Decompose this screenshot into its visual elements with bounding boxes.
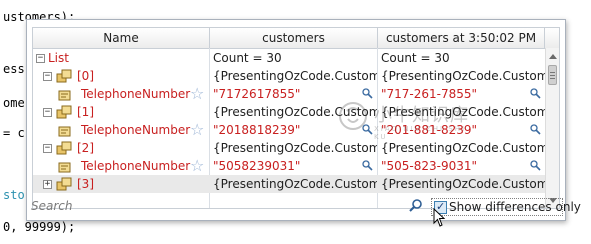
snapshot-value: {PresentingOzCode.Customer} [381, 105, 545, 119]
property-icon [58, 126, 71, 137]
column-header-current[interactable]: customers [210, 28, 378, 48]
column-header-name[interactable]: Name [33, 28, 210, 48]
scroll-up-arrow[interactable] [549, 54, 557, 59]
node-name: List [48, 51, 69, 65]
table-row[interactable]: TelephoneNumber ☆ "2018818239" "201-881-… [33, 121, 545, 139]
table-row[interactable]: − [2] {PresentingOzCode.Customer} {Prese… [33, 139, 545, 157]
current-value: "5058239031" [213, 159, 301, 173]
collapse-toggle[interactable]: − [43, 144, 52, 153]
table-row[interactable]: − [0] {PresentingOzCode.Customer} {Prese… [33, 67, 545, 85]
property-icon [58, 162, 71, 173]
search-input[interactable] [31, 196, 421, 216]
object-icon [56, 105, 72, 119]
code-line: ess [3, 62, 25, 76]
mouse-cursor-icon [433, 208, 446, 227]
magnifier-icon[interactable] [362, 160, 373, 171]
collapse-toggle[interactable]: − [36, 54, 45, 63]
snapshot-value: "505-823-9031" [381, 159, 478, 173]
snapshot-value: "201-881-8239" [381, 123, 478, 137]
table-row[interactable]: − [1] {PresentingOzCode.Customer} {Prese… [33, 103, 545, 121]
node-name: [2] [77, 141, 94, 155]
current-value: {PresentingOzCode.Customer} [213, 105, 377, 119]
snapshot-value: {PresentingOzCode.Customer} [381, 69, 545, 83]
table-row[interactable]: TelephoneNumber ☆ "5058239031" "505-823-… [33, 157, 545, 175]
compare-popup: Name customers customers at 3:50:02 PM −… [26, 19, 581, 221]
current-value: "2018818239" [213, 123, 301, 137]
show-differences-label: Show differences only [449, 200, 581, 214]
star-icon[interactable]: ☆ [190, 121, 204, 138]
magnifier-icon[interactable] [530, 88, 541, 99]
node-name: TelephoneNumber [81, 87, 191, 101]
scroll-thumb[interactable] [548, 65, 557, 85]
property-icon [58, 90, 71, 101]
current-value: "7172617855" [213, 87, 301, 101]
column-header-snapshot[interactable]: customers at 3:50:02 PM [378, 28, 545, 48]
search-icon[interactable] [409, 198, 423, 212]
snapshot-value: {PresentingOzCode.Customer} [381, 177, 545, 191]
code-line: 0, 99999); [3, 220, 76, 234]
table-row[interactable]: − List Count = 30 Count = 30 [33, 49, 545, 67]
code-line: sto [3, 188, 25, 202]
star-icon[interactable]: ☆ [190, 85, 204, 102]
table-row[interactable]: TelephoneNumber ☆ "7172617855" "717-261-… [33, 85, 545, 103]
current-value: {PresentingOzCode.Customer} [213, 141, 377, 155]
node-name: TelephoneNumber [81, 159, 191, 173]
node-name: TelephoneNumber [81, 123, 191, 137]
object-icon [56, 69, 72, 83]
magnifier-icon[interactable] [362, 88, 373, 99]
magnifier-icon[interactable] [530, 124, 541, 135]
show-differences-toggle[interactable]: ✓ Show differences only [431, 198, 581, 216]
current-value: Count = 30 [213, 51, 282, 65]
node-name: [3] [77, 177, 94, 191]
magnifier-icon[interactable] [530, 160, 541, 171]
object-icon [56, 141, 72, 155]
watch-grid: Name customers customers at 3:50:02 PM −… [32, 27, 560, 209]
current-value: {PresentingOzCode.Customer} [213, 177, 377, 191]
magnifier-icon[interactable] [362, 124, 373, 135]
code-line: ome [3, 96, 25, 110]
star-icon[interactable]: ☆ [190, 157, 204, 174]
code-line: = c [3, 126, 25, 140]
snapshot-value: {PresentingOzCode.Customer} [381, 141, 545, 155]
vertical-scrollbar[interactable] [545, 48, 559, 208]
snapshot-value: "717-261-7855" [381, 87, 478, 101]
search-bar [31, 196, 423, 216]
node-name: [1] [77, 105, 94, 119]
table-row[interactable]: + [3] {PresentingOzCode.Customer} {Prese… [33, 175, 545, 193]
node-name: [0] [77, 69, 94, 83]
collapse-toggle[interactable]: − [43, 72, 52, 81]
current-value: {PresentingOzCode.Customer} [213, 69, 377, 83]
grid-header: Name customers customers at 3:50:02 PM [33, 28, 559, 49]
collapse-toggle[interactable]: − [43, 108, 52, 117]
expand-toggle[interactable]: + [43, 180, 52, 189]
object-icon [56, 177, 72, 191]
snapshot-value: Count = 30 [381, 51, 450, 65]
